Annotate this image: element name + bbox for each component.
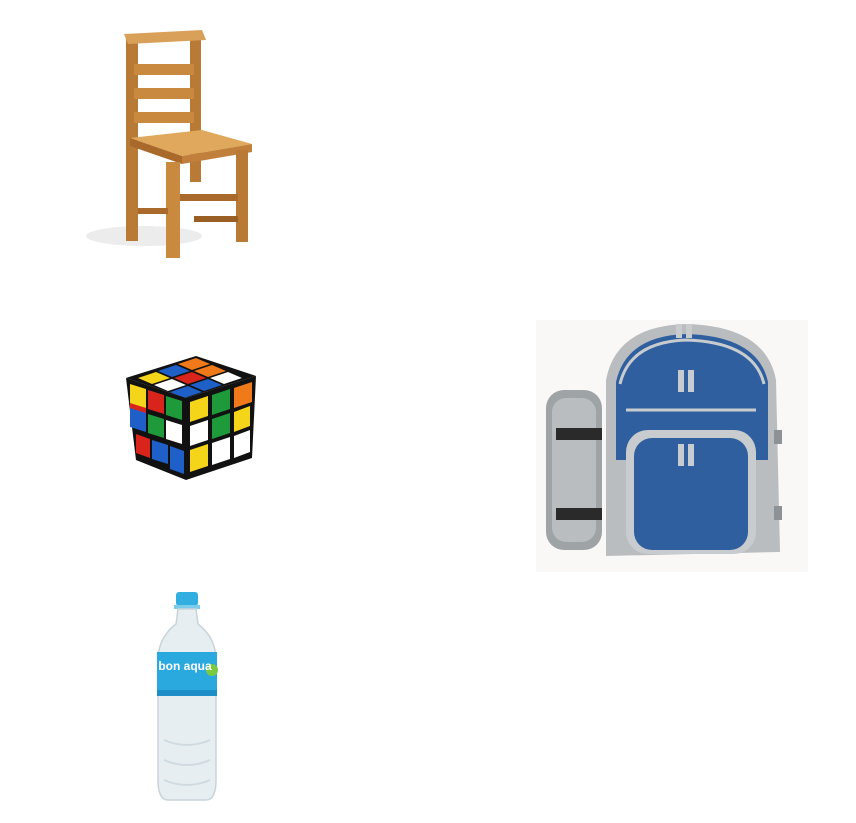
image-canvas: bon aqua — [0, 0, 856, 823]
rubiks-cube-icon — [118, 350, 264, 490]
wooden-chair-icon — [84, 26, 260, 260]
bottle-brand-label: bon aqua — [158, 659, 212, 673]
water-bottle-icon: bon aqua — [150, 590, 224, 804]
picnic-backpack-icon — [536, 320, 808, 572]
